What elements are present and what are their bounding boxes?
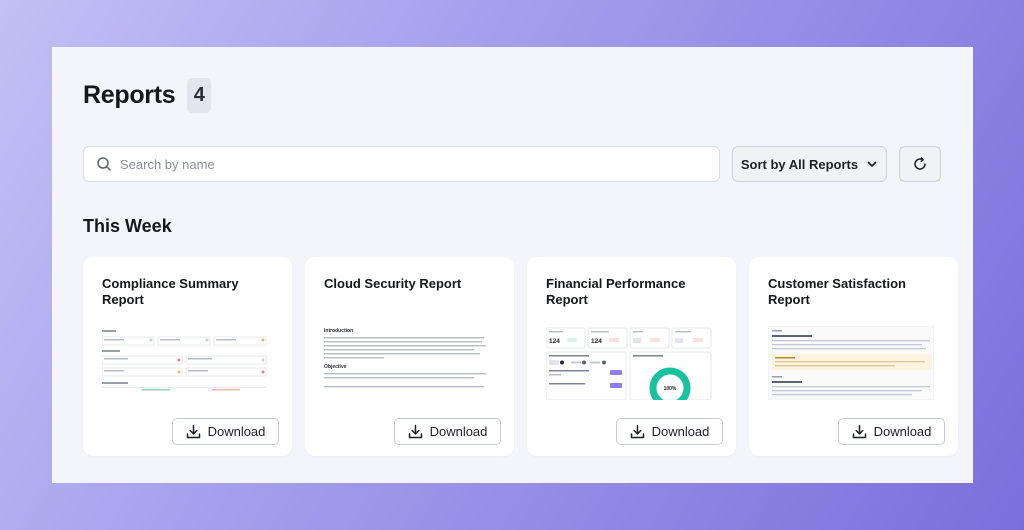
download-label: Download (429, 424, 488, 439)
page-title: Reports (83, 81, 176, 109)
search-box[interactable] (83, 146, 720, 182)
report-thumbnail: 124 124 100% (546, 326, 712, 400)
download-label: Download (873, 424, 932, 439)
download-icon (852, 424, 867, 439)
download-icon (630, 424, 645, 439)
sort-label: Sort by All Reports (740, 156, 859, 172)
download-icon (408, 424, 423, 439)
card-title: Financial Performance Report (546, 276, 686, 307)
report-count-badge: 4 (187, 78, 212, 113)
download-label: Download (207, 424, 266, 439)
report-card[interactable]: Cloud Security Report Introduction Objec… (305, 257, 514, 456)
report-thumbnail (768, 326, 934, 400)
card-title: Cloud Security Report (324, 276, 462, 291)
download-button[interactable]: Download (616, 418, 723, 445)
refresh-button[interactable] (899, 146, 941, 182)
chevron-down-icon (866, 158, 878, 170)
download-button[interactable]: Download (394, 418, 501, 445)
search-input[interactable] (120, 156, 680, 172)
thumb-kpi-value: 124 (549, 338, 560, 345)
report-card[interactable]: Customer Satisfaction Report Download (749, 257, 958, 456)
title-row: Reports 4 (83, 78, 212, 113)
card-title: Compliance Summary Report (102, 276, 239, 307)
download-button[interactable]: Download (838, 418, 945, 445)
report-card[interactable]: Financial Performance Report 124 124 100… (527, 257, 736, 456)
download-button[interactable]: Download (172, 418, 279, 445)
section-title: This Week (83, 216, 172, 236)
download-icon (186, 424, 201, 439)
search-icon (96, 156, 112, 172)
report-thumbnail: Introduction Objective (324, 326, 490, 400)
download-label: Download (651, 424, 710, 439)
reports-panel: Reports 4 Sort by All Reports This Week … (52, 47, 973, 483)
thumb-donut-value: 100% (664, 386, 677, 392)
report-card[interactable]: Compliance Summary Report Download (83, 257, 292, 456)
sort-dropdown[interactable]: Sort by All Reports (732, 146, 887, 182)
refresh-icon (912, 156, 928, 172)
report-thumbnail (102, 326, 268, 400)
report-cards: Compliance Summary Report Download Cloud… (83, 257, 958, 456)
thumb-heading-introduction: Introduction (324, 328, 353, 334)
thumb-kpi-value: 124 (591, 338, 602, 345)
thumb-heading-objective: Objective (324, 364, 347, 370)
card-title: Customer Satisfaction Report (768, 276, 906, 307)
